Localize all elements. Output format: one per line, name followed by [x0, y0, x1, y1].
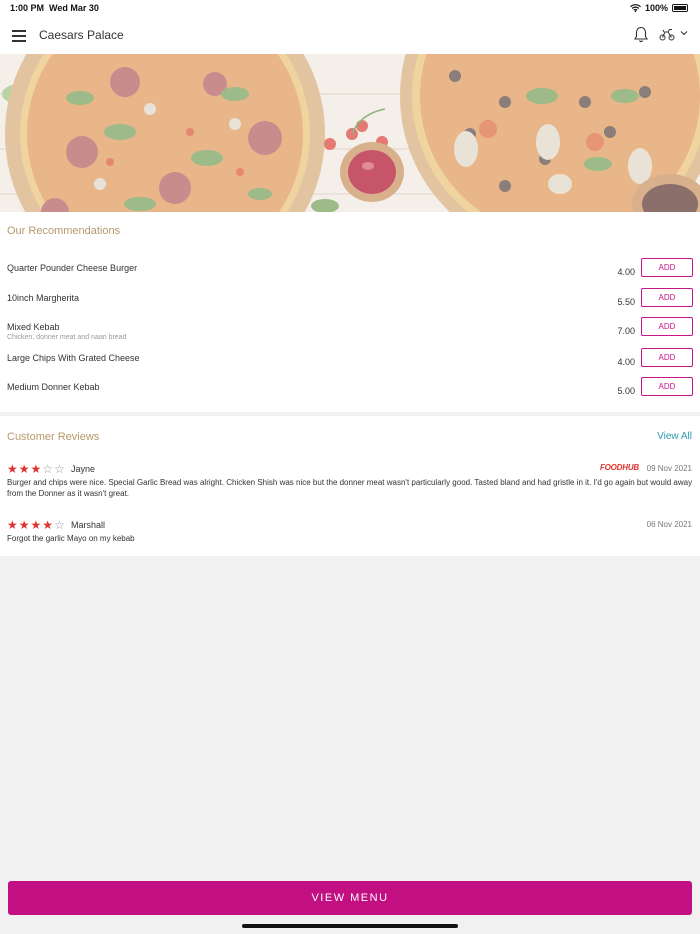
status-time: 1:00 PM Wed Mar 30 — [10, 3, 99, 13]
battery-icon — [672, 4, 688, 12]
item-price: 4.00 — [617, 357, 635, 367]
add-button[interactable]: ADD — [641, 377, 693, 396]
battery-percent: 100% — [644, 3, 668, 13]
star-empty-icon: ☆ — [54, 518, 65, 532]
top-bar: Caesars Palace — [0, 16, 700, 54]
item-price: 7.00 — [617, 326, 635, 336]
item-price: 5.50 — [617, 297, 635, 307]
item-name: 10inch Margherita — [7, 293, 80, 303]
reviews-section: Customer Reviews View All ★ ★ ★ ☆ ☆ Jayn… — [0, 416, 700, 556]
add-button[interactable]: ADD — [641, 258, 693, 277]
menu-item: Medium Donner Kebab 5.00 ADD — [0, 377, 700, 412]
add-button[interactable]: ADD — [641, 288, 693, 307]
star-filled-icon: ★ — [18, 518, 30, 532]
star-filled-icon: ★ — [7, 518, 18, 532]
review-date: 06 Nov 2021 — [646, 520, 692, 529]
item-price: 5.00 — [617, 386, 635, 396]
status-bar: 1:00 PM Wed Mar 30 100% — [0, 0, 700, 16]
scooter-icon[interactable] — [659, 28, 675, 41]
item-name: Medium Donner Kebab — [7, 382, 100, 392]
item-name: Mixed Kebab — [7, 322, 60, 332]
item-name: Quarter Pounder Cheese Burger — [7, 263, 138, 273]
star-filled-icon: ★ — [18, 462, 30, 476]
chevron-down-icon[interactable] — [680, 30, 688, 36]
hero-banner-image — [0, 54, 700, 212]
recommendations-section: Our Recommendations Quarter Pounder Chee… — [0, 212, 700, 412]
review-date: 09 Nov 2021 — [646, 464, 692, 473]
home-indicator[interactable] — [242, 924, 458, 928]
star-empty-icon: ☆ — [54, 462, 65, 476]
item-description: Chicken, donner meat and naan bread — [7, 334, 127, 341]
status-right: 100% — [630, 3, 688, 13]
star-rating: ★ ★ ★ ☆ ☆ — [7, 463, 65, 475]
view-menu-button[interactable]: VIEW MENU — [8, 881, 692, 915]
review-text: Forgot the garlic Mayo on my kebab — [7, 534, 135, 543]
star-filled-icon: ★ — [30, 462, 42, 476]
pizza-illustration — [0, 54, 700, 212]
add-button[interactable]: ADD — [641, 348, 693, 367]
menu-item: Mixed Kebab Chicken, donner meat and naa… — [0, 317, 700, 352]
star-filled-icon: ★ — [30, 518, 42, 532]
foodhub-logo: FOODHUB — [599, 463, 639, 472]
menu-item: Large Chips With Grated Cheese 4.00 ADD — [0, 348, 700, 383]
recommendations-title: Our Recommendations — [7, 225, 121, 237]
item-price: 4.00 — [617, 267, 635, 277]
restaurant-title: Caesars Palace — [39, 28, 124, 42]
add-button[interactable]: ADD — [641, 317, 693, 336]
star-rating: ★ ★ ★ ★ ☆ — [7, 519, 65, 531]
bell-icon[interactable] — [634, 26, 648, 43]
item-name: Large Chips With Grated Cheese — [7, 353, 140, 363]
reviews-title: Customer Reviews — [7, 431, 100, 443]
review-text: Burger and chips were nice. Special Garl… — [7, 478, 693, 498]
star-filled-icon: ★ — [7, 462, 18, 476]
reviewer-name: Jayne — [71, 464, 96, 474]
reviewer-name: Marshall — [71, 520, 106, 530]
menu-item: Quarter Pounder Cheese Burger 4.00 ADD — [0, 258, 700, 293]
view-all-link[interactable]: View All — [657, 431, 692, 442]
star-empty-icon: ☆ — [42, 462, 54, 476]
hamburger-icon[interactable] — [12, 30, 26, 42]
menu-item: 10inch Margherita 5.50 ADD — [0, 288, 700, 323]
star-filled-icon: ★ — [42, 518, 54, 532]
wifi-icon — [630, 4, 641, 12]
